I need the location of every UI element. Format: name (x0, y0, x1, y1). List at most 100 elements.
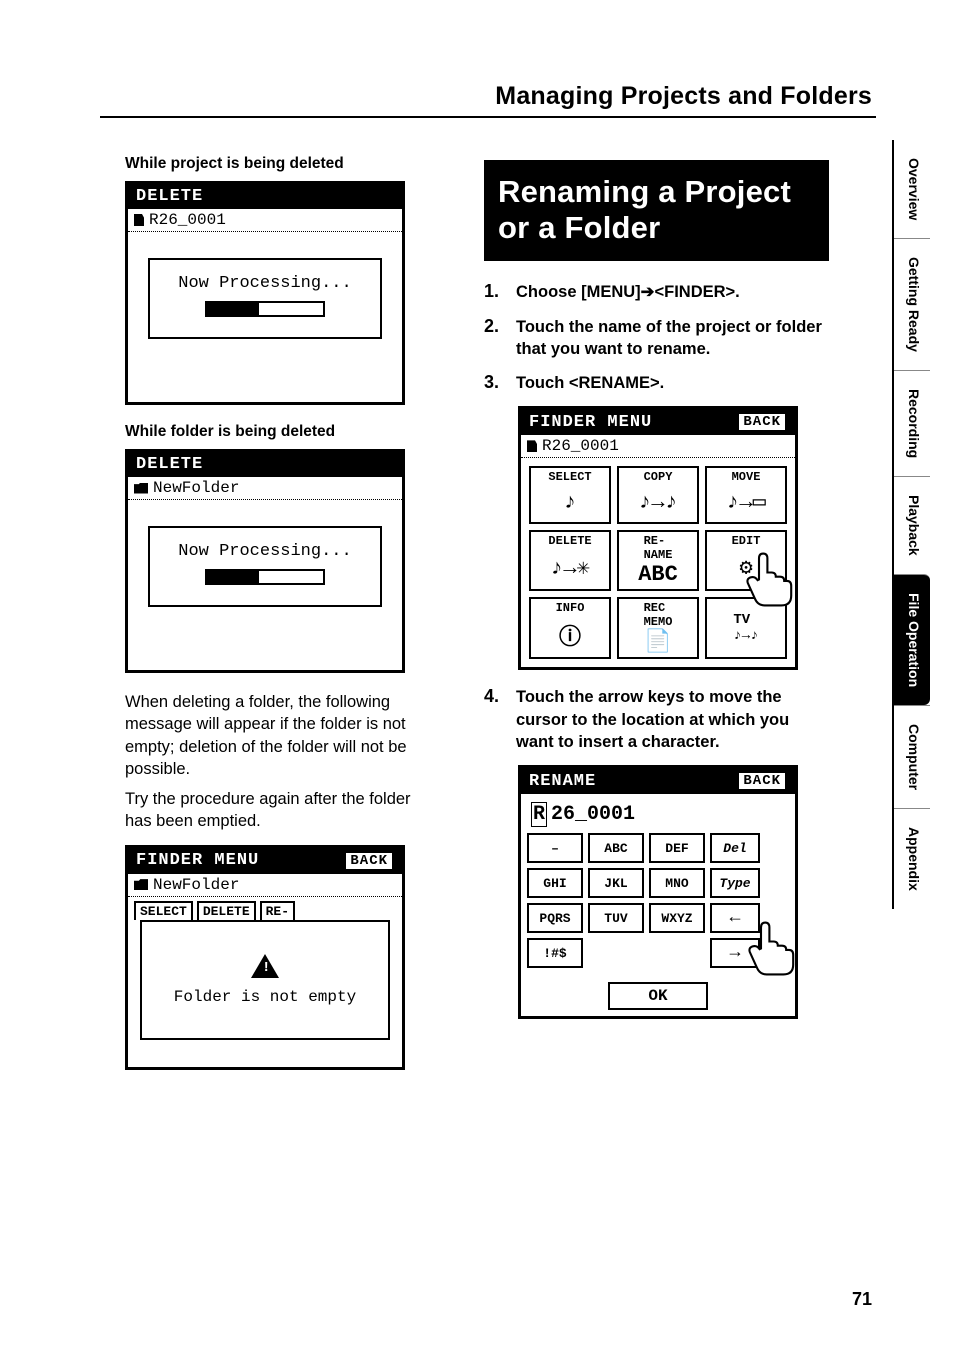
key-pqrs[interactable]: PQRS (527, 903, 583, 933)
lcd-title-text: FINDER MENU (136, 851, 259, 870)
lcd-finder-menu: FINDER MENU BACK R26_0001 SELECT ♪ COPY ♪→… (518, 406, 798, 670)
cell-info[interactable]: INFO ⓘ (529, 597, 611, 659)
step-4: 4. Touch the arrow keys to move the curs… (484, 686, 829, 753)
back-button[interactable]: BACK (344, 851, 394, 871)
lcd-subtitle: NewFolder (128, 477, 402, 500)
pointing-hand-icon (733, 910, 803, 980)
header-rule (100, 116, 876, 118)
progress-bar (205, 301, 325, 317)
key-wxyz[interactable]: WXYZ (649, 903, 705, 933)
finder-tabs-partial: SELECT DELETE RE- (128, 897, 402, 920)
tab-appendix[interactable]: Appendix (894, 808, 930, 909)
key-ok[interactable]: OK (608, 982, 708, 1010)
cell-label: COPY (644, 470, 673, 484)
folder-icon (134, 879, 148, 890)
lcd-subtitle-text: NewFolder (153, 479, 239, 497)
rename-icon: ABC (638, 562, 678, 587)
key-jkl[interactable]: JKL (588, 868, 644, 898)
delete-icon: ♪→✳ (550, 555, 590, 581)
step-text: Touch the name of the project or folder … (516, 316, 829, 361)
tab-rename-partial[interactable]: RE- (260, 901, 295, 920)
tab-delete[interactable]: DELETE (197, 901, 256, 920)
cell-label: DELETE (548, 534, 591, 548)
cell-move[interactable]: MOVE ♪→▭ (705, 466, 787, 524)
lcd-subtitle: NewFolder (128, 874, 402, 897)
key-dash[interactable]: – (527, 833, 583, 863)
key-tuv[interactable]: TUV (588, 903, 644, 933)
processing-text: Now Processing... (154, 542, 376, 561)
tab-getting-ready[interactable]: Getting Ready (894, 238, 930, 370)
tab-computer[interactable]: Computer (894, 705, 930, 808)
key-mno[interactable]: MNO (649, 868, 705, 898)
step-text: Touch the arrow keys to move the cursor … (516, 686, 829, 753)
tab-overview[interactable]: Overview (894, 140, 930, 238)
lcd-title: DELETE (128, 184, 402, 209)
warning-icon (251, 954, 279, 978)
cell-recmemo[interactable]: REC MEMO📄 (617, 597, 699, 659)
key-type[interactable]: Type (710, 868, 760, 898)
key-ghi[interactable]: GHI (527, 868, 583, 898)
copy-icon: ♪→♪ (638, 490, 678, 515)
lcd-folder-not-empty: FINDER MENU BACK NewFolder SELECT DELETE… (125, 845, 405, 1070)
tab-playback[interactable]: Playback (894, 476, 930, 574)
tab-file-operation[interactable]: File Operation (894, 574, 930, 705)
key-del[interactable]: Del (710, 833, 760, 863)
warning-text: Folder is not empty (174, 988, 356, 1006)
lcd-title-text: FINDER MENU (529, 413, 652, 432)
cell-select[interactable]: SELECT ♪ (529, 466, 611, 524)
lcd-title: RENAME BACK (521, 768, 795, 794)
back-button[interactable]: BACK (737, 771, 787, 791)
lcd-title-text: DELETE (136, 187, 203, 206)
warning-box: Folder is not empty (140, 920, 390, 1040)
note-icon: ♪ (563, 490, 576, 515)
lcd-title: FINDER MENU BACK (521, 409, 795, 435)
cell-label: REC MEMO (644, 601, 673, 629)
step-1: 1. Choose [MENU]➔<FINDER>. (484, 281, 829, 303)
cell-rename[interactable]: RE- NAMEABC (617, 530, 699, 591)
rename-rest: 26_0001 (551, 803, 635, 826)
memo-icon: 📄 (644, 629, 671, 655)
tab-recording[interactable]: Recording (894, 370, 930, 476)
cell-label: SELECT (548, 470, 591, 484)
processing-box: Now Processing... (148, 526, 382, 607)
section-title: Managing Projects and Folders (495, 82, 872, 111)
tab-select[interactable]: SELECT (134, 901, 193, 920)
topic-heading: Renaming a Project or a Folder (484, 160, 829, 261)
lcd-subtitle: R26_0001 (128, 209, 402, 232)
processing-box: Now Processing... (148, 258, 382, 339)
step-num: 1. (484, 281, 506, 303)
progress-bar (205, 569, 325, 585)
step-num: 3. (484, 372, 506, 394)
step-2: 2. Touch the name of the project or fold… (484, 316, 829, 361)
key-symbols[interactable]: !#$ (527, 938, 583, 968)
lcd-subtitle-text: R26_0001 (542, 437, 619, 455)
step-text: Choose [MENU]➔<FINDER>. (516, 281, 740, 303)
pointing-hand-icon (731, 541, 801, 611)
lcd-delete-folder: DELETE NewFolder Now Processing... (125, 449, 405, 673)
step-num: 2. (484, 316, 506, 361)
key-def[interactable]: DEF (649, 833, 705, 863)
cell-delete[interactable]: DELETE ♪→✳ (529, 530, 611, 591)
lcd-title: DELETE (128, 452, 402, 477)
rename-field[interactable]: R26_0001 (527, 800, 789, 833)
cell-label: MOVE (732, 470, 761, 484)
caption-delete-folder: While folder is being deleted (125, 423, 425, 441)
cell-copy[interactable]: COPY ♪→♪ (617, 466, 699, 524)
key-abc[interactable]: ABC (588, 833, 644, 863)
lcd-subtitle-text: NewFolder (153, 876, 239, 894)
cell-label: INFO (556, 601, 585, 615)
info-icon: ⓘ (559, 619, 581, 651)
lcd-subtitle: R26_0001 (521, 435, 795, 458)
step-num: 4. (484, 686, 506, 753)
processing-text: Now Processing... (154, 274, 376, 293)
tv-icon: TV♪→♪ (733, 612, 758, 644)
move-icon: ♪→▭ (726, 489, 766, 515)
back-button[interactable]: BACK (737, 412, 787, 432)
step-3: 3. Touch <RENAME>. (484, 372, 829, 394)
step-text: Touch <RENAME>. (516, 372, 664, 394)
paragraph-not-empty-1: When deleting a folder, the following me… (125, 691, 425, 780)
folder-icon (134, 483, 148, 494)
side-tabs: Overview Getting Ready Recording Playbac… (892, 140, 930, 909)
paragraph-not-empty-2: Try the procedure again after the folder… (125, 788, 425, 833)
page-number: 71 (852, 1289, 872, 1310)
